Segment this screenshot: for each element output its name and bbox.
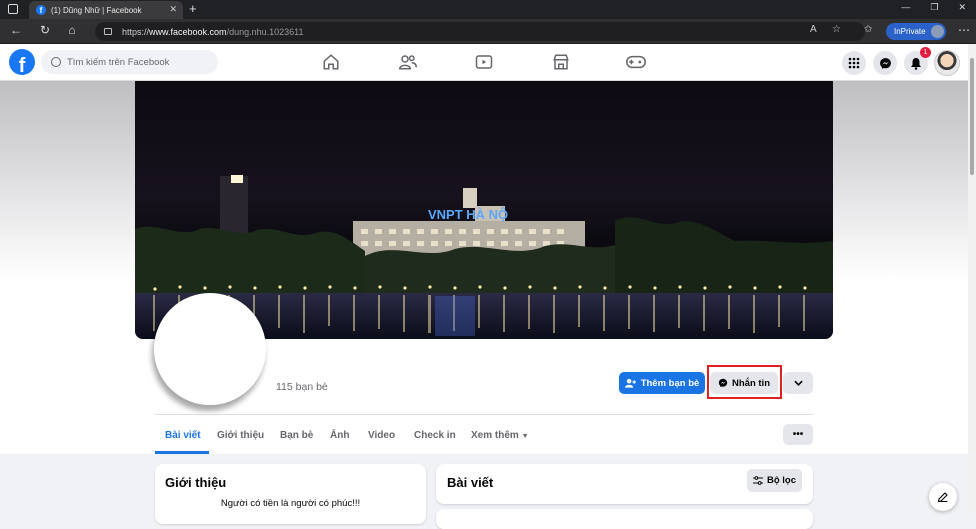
close-tab-icon[interactable]: ✕ [169,4,177,15]
search-input[interactable] [67,56,207,68]
profile-picture[interactable] [154,293,266,405]
post-composer-card [436,509,813,529]
lock-icon [104,28,112,35]
url-host: www.facebook.com [149,26,227,37]
intro-card: Giới thiệu Người có tiền là người có phú… [155,464,426,524]
browser-tab-bar: f (1) Dũng Nhữ | Facebook ✕ + — ❐ ✕ [0,0,976,19]
search-icon [51,57,61,67]
tab-posts[interactable]: Bài viết [165,430,201,441]
messenger-icon[interactable] [873,51,897,75]
browser-tab[interactable]: f (1) Dũng Nhữ | Facebook ✕ [29,1,183,19]
close-window-icon[interactable]: ✕ [958,2,966,13]
refresh-icon[interactable]: ↻ [37,23,53,37]
inprivate-button[interactable]: InPrivate [886,23,946,40]
more-options-button[interactable] [783,372,813,394]
active-tab-indicator [155,451,209,454]
caret-down-icon: ▼ [521,433,529,440]
add-friend-label: Thêm bạn bè [640,377,700,389]
gaming-icon[interactable] [625,51,647,73]
facebook-header: f 1 [0,44,968,81]
compose-icon [937,492,948,503]
new-message-button[interactable] [929,483,957,511]
friends-count[interactable]: 115 bạn bè [276,381,328,393]
add-friend-button[interactable]: Thêm bạn bè [619,372,705,394]
address-bar-row: ← ↻ ⌂ https://www.facebook.com/dung.nhu.… [0,19,976,44]
watch-icon[interactable] [473,51,495,73]
read-aloud-icon[interactable]: A [810,24,817,35]
home-browser-icon[interactable]: ⌂ [64,23,80,37]
menu-grid-icon[interactable] [842,51,866,75]
ellipsis-icon: ••• [792,429,804,440]
tab-about[interactable]: Giới thiệu [217,430,264,441]
browser-profile-icon [931,25,944,38]
minimize-icon[interactable]: — [901,2,910,13]
maximize-icon[interactable]: ❐ [930,2,938,13]
tab-title: (1) Dũng Nhữ | Facebook [51,5,142,15]
tab-checkins[interactable]: Check in [414,430,456,441]
posts-title: Bài viết [447,475,494,490]
intro-bio: Người có tiền là người có phúc!!! [220,498,361,509]
filter-label: Bộ lọc [766,475,797,486]
url-prefix: https:// [122,26,150,37]
browser-menu-icon[interactable]: ⋯ [958,23,970,37]
divider [155,414,813,415]
tab-photos[interactable]: Ảnh [330,430,349,441]
posts-header-card: Bài viết Bộ lọc [436,464,813,504]
marketplace-icon[interactable] [550,51,572,73]
filter-button[interactable]: Bộ lọc [747,469,802,492]
cover-photo-scene: VNPT HÀ NỘ [135,175,833,339]
notification-badge: 1 [920,47,931,58]
search-box[interactable] [41,50,218,74]
facebook-logo-icon[interactable]: f [9,49,35,75]
cover-photo[interactable]: VNPT HÀ NỘ [135,81,833,339]
chevron-down-icon [793,380,803,386]
add-friend-icon [624,378,636,388]
intro-title: Giới thiệu [165,475,227,490]
tab-actions-icon[interactable] [8,4,18,14]
cover-sign-text: VNPT HÀ NỘ [428,207,508,222]
scrollbar-thumb[interactable] [970,58,974,175]
back-icon[interactable]: ← [8,23,24,37]
friends-icon[interactable] [397,51,419,73]
highlight-box [707,365,782,399]
window-controls: — ❐ ✕ [901,2,966,13]
url-field[interactable]: https://www.facebook.com/dung.nhu.102361… [95,22,865,41]
tab-more[interactable]: Xem thêm ▼ [471,430,529,441]
tab-videos[interactable]: Video [368,430,395,441]
tab-more-label: Xem thêm [471,430,519,441]
tab-friends[interactable]: Bạn bè [280,430,313,441]
home-icon[interactable] [320,51,342,73]
favorites-icon[interactable]: ✩ [864,24,872,35]
facebook-favicon-icon: f [36,5,46,15]
add-favorite-icon[interactable]: ☆ [832,24,841,35]
new-tab-icon[interactable]: + [189,1,197,16]
account-avatar[interactable] [934,50,960,76]
filter-icon [752,476,763,485]
tabs-overflow-button[interactable]: ••• [783,424,813,445]
inprivate-label: InPrivate [894,27,926,36]
url-path: /dung.nhu.1023611 [226,26,304,37]
